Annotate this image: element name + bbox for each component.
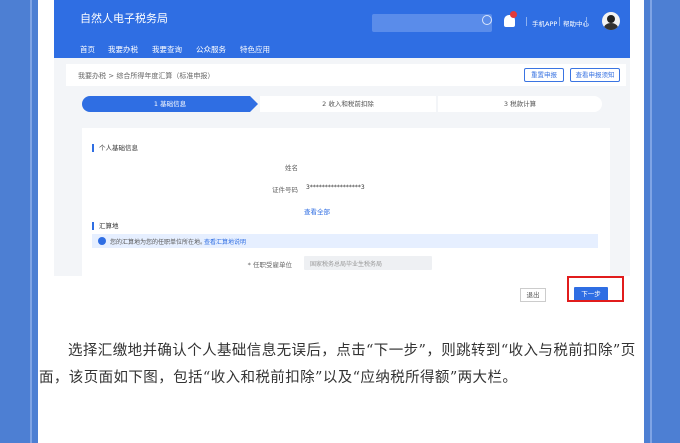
main-content: 我要办税 > 综合所得年度汇算（标准申报） 重置申报 查看申报须知 1 基础信息… (54, 58, 630, 299)
main-nav: 首页 我要办税 我要查询 公众服务 特色应用 (54, 40, 630, 58)
nav-query[interactable]: 我要查询 (152, 44, 182, 55)
name-label: 姓名 (285, 164, 298, 172)
nav-tax-handling[interactable]: 我要办税 (108, 44, 138, 55)
divider (586, 17, 587, 26)
highlight-box (567, 276, 624, 302)
step-income-deductions[interactable]: 2 收入和税前扣除 (260, 96, 436, 112)
avatar[interactable] (602, 12, 620, 30)
breadcrumb[interactable]: 我要办税 > 综合所得年度汇算（标准申报） (78, 71, 214, 81)
notification-badge (510, 11, 517, 18)
right-frame-border (644, 0, 680, 443)
view-notice-button[interactable]: 查看申报须知 (570, 68, 620, 82)
id-number-value: 3*****************3 (306, 184, 365, 191)
left-frame-border (0, 0, 38, 443)
portal-logo: 自然人电子税务局 (80, 12, 168, 25)
search-input[interactable] (372, 14, 492, 32)
form-panel: 个人基础信息 姓名 证件号码 3*****************3 查看全部 … (82, 128, 610, 299)
employer-label: * 任职受雇单位 (247, 261, 292, 269)
divider (559, 17, 560, 26)
breadcrumb-bar: 我要办税 > 综合所得年度汇算（标准申报） 重置申报 查看申报须知 (66, 64, 626, 86)
settlement-explanation-link[interactable]: 查看汇算地说明 (204, 237, 246, 246)
id-number-label: 证件号码 (272, 186, 298, 194)
divider (526, 17, 527, 26)
tax-portal-screenshot: 自然人电子税务局 手机APP 帮助中心 首页 我要办税 我要查询 公众服务 特色… (54, 0, 630, 300)
notice-text: 您的汇算地为您的任职单位所在地。 (110, 239, 207, 246)
nav-featured-apps[interactable]: 特色应用 (240, 44, 270, 55)
step-basic-info[interactable]: 1 基础信息 (82, 96, 258, 112)
employer-select-value: 国家税务总局毕业生税务局 (310, 261, 383, 268)
section-title-personal-info: 个人基础信息 (92, 144, 138, 152)
step-tax-calculation[interactable]: 3 税款计算 (438, 96, 602, 112)
reset-declaration-button[interactable]: 重置申报 (524, 68, 564, 82)
nav-public-service[interactable]: 公众服务 (196, 44, 226, 55)
portal-header: 自然人电子税务局 手机APP 帮助中心 (54, 0, 630, 40)
nav-home[interactable]: 首页 (80, 44, 95, 55)
search-icon[interactable] (482, 15, 492, 25)
employer-select[interactable]: 国家税务总局毕业生税务局 (304, 256, 432, 270)
info-icon (98, 237, 106, 245)
article-paragraph: 选择汇缴地并确认个人基础信息无误后，点击“下一步”，则跳转到“收入与税前扣除”页… (39, 343, 636, 386)
progress-steps: 1 基础信息 2 收入和税前扣除 3 税款计算 (82, 96, 602, 112)
mobile-app-link[interactable]: 手机APP (532, 18, 557, 28)
section-title-settlement: 汇算地 (92, 222, 119, 230)
article-body: 自然人电子税务局 手机APP 帮助中心 首页 我要办税 我要查询 公众服务 特色… (38, 0, 644, 443)
exit-button[interactable]: 退出 (520, 288, 546, 302)
settlement-notice: 您的汇算地为您的任职单位所在地。 查看汇算地说明 (92, 234, 598, 248)
view-all-link[interactable]: 查看全部 (304, 206, 330, 216)
